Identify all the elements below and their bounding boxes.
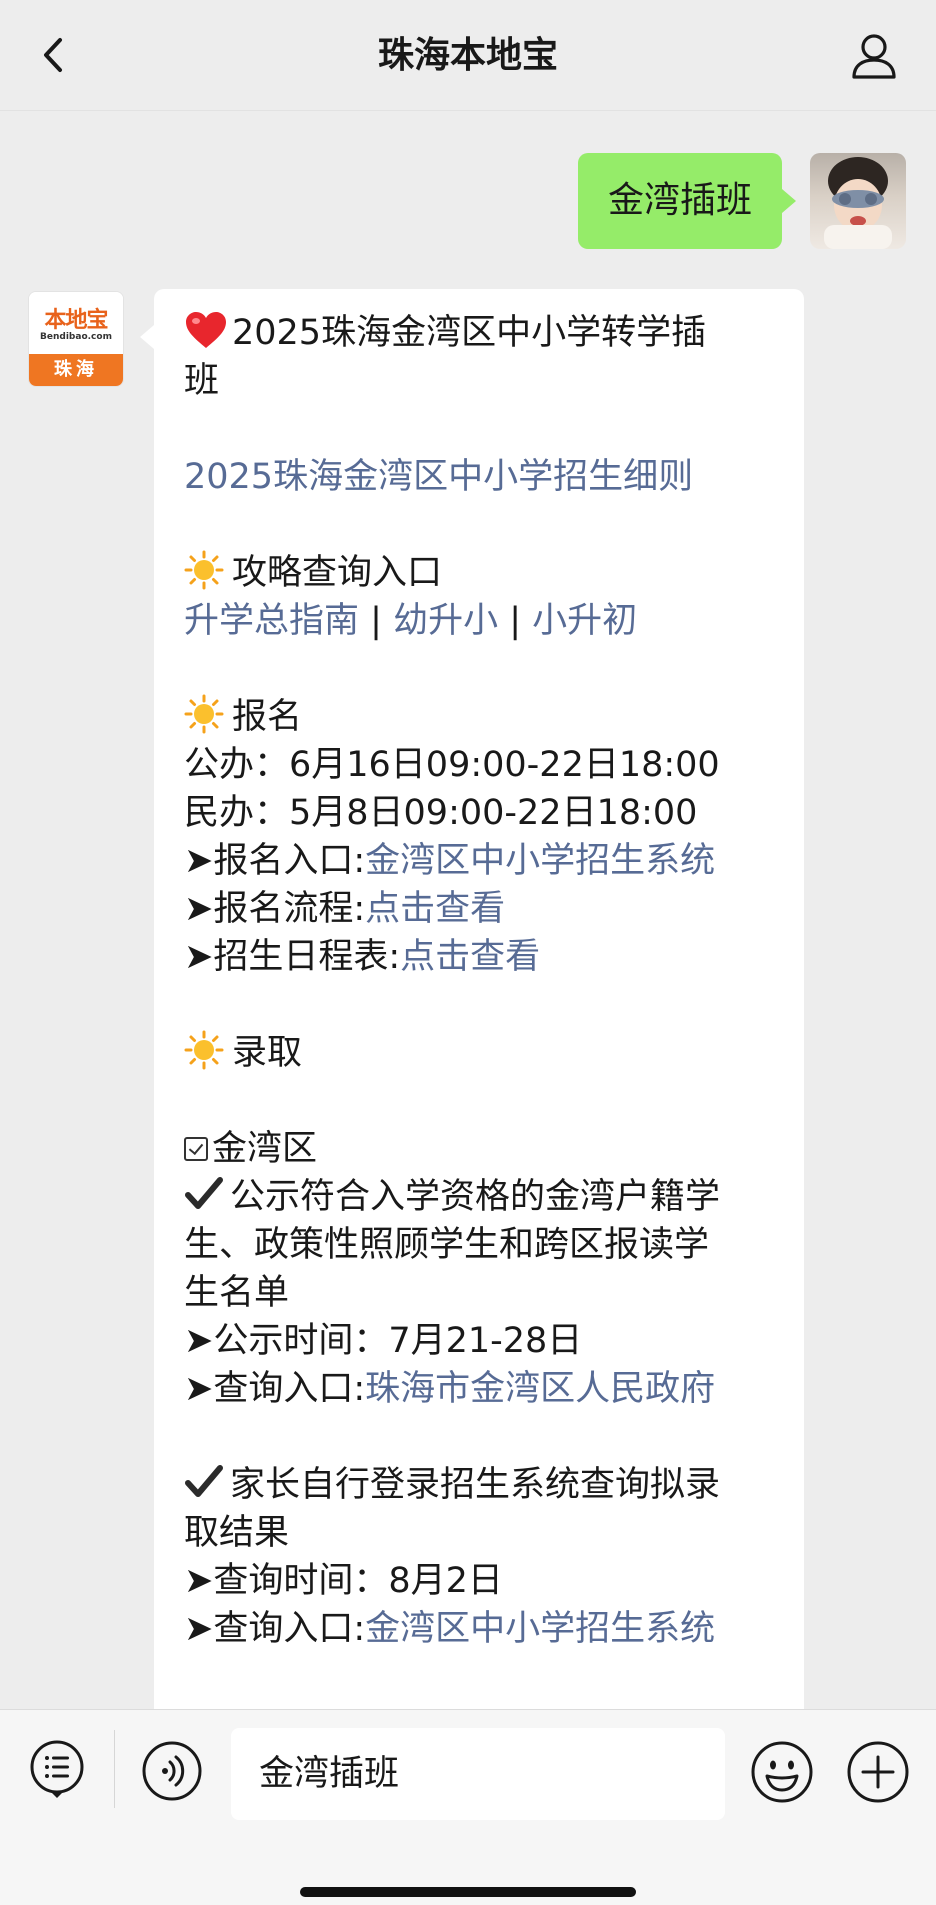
logo-name: 本地宝 xyxy=(44,308,108,333)
page-title: 珠海本地宝 xyxy=(377,35,558,76)
notice-text: 公示符合入学资格的金湾户籍学 xyxy=(184,1173,774,1221)
result-entry: ➤查询入口:金湾区中小学招生系统 xyxy=(184,1609,716,1649)
result-text: 家长自行登录招生系统查询拟录 xyxy=(184,1461,774,1509)
guide-links: 升学总指南 | 幼升小 | 小升初 xyxy=(184,601,638,641)
emoji-icon[interactable] xyxy=(750,1740,814,1804)
guide-link-kindergarten[interactable]: 幼升小 xyxy=(393,601,498,641)
back-arrow-icon[interactable] xyxy=(30,30,80,80)
guide-heading: 攻略查询入口 xyxy=(184,549,774,597)
checkbox-icon xyxy=(184,1137,208,1161)
signup-heading: 报名 xyxy=(184,693,774,741)
signup-flow-link[interactable]: 点击查看 xyxy=(365,889,505,929)
notice-time: ➤公示时间：7月21-28日 xyxy=(184,1321,583,1361)
notice-entry-link[interactable]: 珠海市金湾区人民政府 xyxy=(365,1369,715,1409)
sun-icon xyxy=(184,694,224,734)
logo-city: 珠海 xyxy=(29,354,123,386)
signup-entry-link[interactable]: 金湾区中小学招生系统 xyxy=(365,841,715,881)
guide-link-primary[interactable]: 小升初 xyxy=(532,601,637,641)
logo-url: Bendibao.com xyxy=(40,332,112,342)
heart-icon xyxy=(186,312,226,348)
input-bar: 金湾插班 xyxy=(0,1709,936,1905)
outgoing-message-bubble[interactable]: 金湾插班 xyxy=(577,153,797,249)
message-input[interactable]: 金湾插班 xyxy=(231,1728,725,1820)
signup-flow: ➤报名流程:点击查看 xyxy=(184,889,506,929)
home-indicator[interactable] xyxy=(300,1887,636,1897)
child-photo-icon xyxy=(824,157,892,249)
message-title: 2025珠海金湾区中小学转学插 xyxy=(184,309,774,357)
result-entry-link[interactable]: 金湾区中小学招生系统 xyxy=(365,1609,715,1649)
admission-heading: 录取 xyxy=(184,1029,774,1077)
plus-icon[interactable] xyxy=(846,1740,910,1804)
person-icon[interactable] xyxy=(848,30,900,82)
incoming-message-bubble: 2025珠海金湾区中小学转学插 班 2025珠海金湾区中小学招生细则 攻略查询入… xyxy=(140,289,804,1709)
user-avatar[interactable] xyxy=(810,153,906,249)
schedule: ➤招生日程表:点击查看 xyxy=(184,937,541,977)
guide-link-general[interactable]: 升学总指南 xyxy=(184,601,359,641)
sun-icon xyxy=(184,1030,224,1070)
signup-public: 公办：6月16日09:00-22日18:00 xyxy=(184,745,720,785)
schedule-link[interactable]: 点击查看 xyxy=(400,937,540,977)
sun-icon xyxy=(184,550,224,590)
message-input-value: 金湾插班 xyxy=(259,1754,400,1794)
chat-area[interactable]: 金湾插班 本地宝 Bendibao.com 珠海 2025珠海金湾区中小学转学插… xyxy=(0,111,936,1709)
signup-entry: ➤报名入口:金湾区中小学招生系统 xyxy=(184,841,716,881)
signup-private: 民办：5月8日09:00-22日18:00 xyxy=(184,793,698,833)
rules-link[interactable]: 2025珠海金湾区中小学招生细则 xyxy=(184,453,774,501)
voice-icon[interactable] xyxy=(141,1740,203,1802)
nav-bar: 珠海本地宝 xyxy=(0,0,936,111)
district-label: 金湾区 xyxy=(184,1125,774,1173)
checkmark-icon xyxy=(185,1177,223,1209)
menu-icon[interactable] xyxy=(28,1740,86,1798)
outgoing-message-text: 金湾插班 xyxy=(607,180,752,221)
message-title-cont: 班 xyxy=(184,361,220,401)
checkmark-icon xyxy=(185,1465,223,1497)
result-time: ➤查询时间：8月2日 xyxy=(184,1561,503,1601)
notice-entry: ➤查询入口:珠海市金湾区人民政府 xyxy=(184,1369,716,1409)
bendibao-avatar[interactable]: 本地宝 Bendibao.com 珠海 xyxy=(28,291,124,387)
